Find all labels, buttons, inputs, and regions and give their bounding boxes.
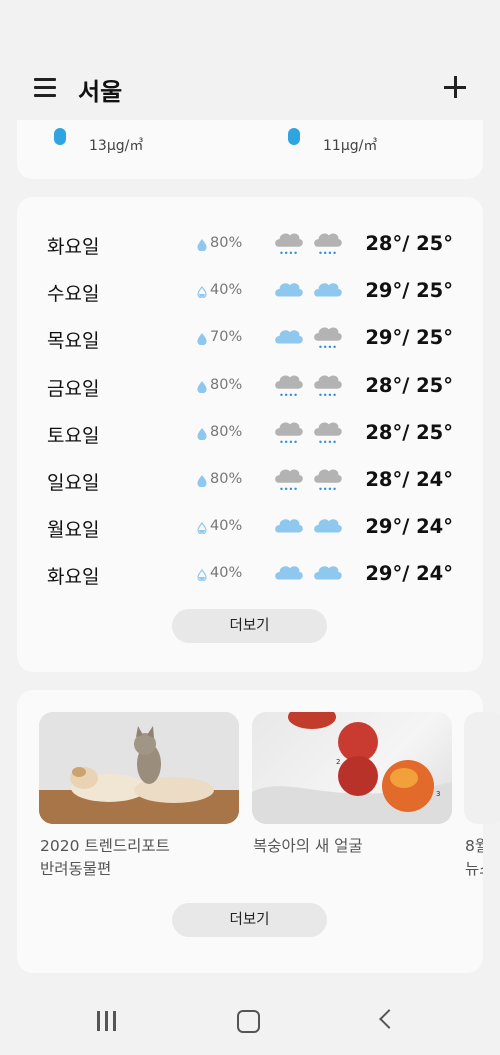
pm10-value: 13μg/㎥ xyxy=(89,138,144,154)
forecast-row[interactable]: 일요일 80% 28°/ 24° xyxy=(17,458,483,498)
precip-drop-icon xyxy=(197,566,207,585)
rain-cloud-icon xyxy=(312,228,344,256)
forecast-row[interactable]: 토요일 80% 28°/ 25° xyxy=(17,411,483,451)
dust-level-icon xyxy=(288,128,300,145)
rain-cloud-icon xyxy=(273,464,305,492)
cloud-icon xyxy=(312,275,344,303)
temp-range: 28°/ 25° xyxy=(365,420,453,444)
rain-cloud-icon xyxy=(273,370,305,398)
system-nav-bar xyxy=(0,990,500,1055)
precip-drop-icon xyxy=(197,236,207,255)
precip-drop-icon xyxy=(197,283,207,302)
forecast-more-button[interactable]: 더보기 xyxy=(172,609,327,643)
day-label: 화요일 xyxy=(47,566,100,589)
precip-percent: 40% xyxy=(210,518,243,535)
day-label: 금요일 xyxy=(47,377,100,400)
precip-percent: 80% xyxy=(210,471,243,487)
cloud-icon xyxy=(273,275,305,303)
city-title: 서울 xyxy=(78,78,123,106)
forecast-row[interactable]: 화요일 80% 28°/ 25° xyxy=(17,222,483,262)
weekly-forecast-card: 화요일 80% 28°/ 25° 수요일 40% 29°/ 25° 목요일 70% 29°/ 2… xyxy=(17,197,483,672)
precip-drop-icon xyxy=(197,425,207,444)
recent-apps-icon[interactable] xyxy=(97,1011,119,1031)
precip-percent: 40% xyxy=(210,282,243,299)
rain-cloud-icon xyxy=(312,370,344,398)
fine-dust-card: 13μg/㎥ 11μg/㎥ xyxy=(17,120,483,179)
news-title[interactable]: 2020 트렌드리포트 반려동물편 xyxy=(40,835,170,881)
day-label: 일요일 xyxy=(47,472,100,494)
forecast-row[interactable]: 금요일 80% 28°/ 25° xyxy=(17,364,483,404)
news-thumbnail-pets[interactable] xyxy=(39,712,239,824)
precip-percent: 70% xyxy=(210,329,243,346)
day-label: 수요일 xyxy=(47,283,100,306)
home-icon[interactable] xyxy=(237,1010,260,1033)
add-icon[interactable] xyxy=(444,76,466,98)
precip-percent: 80% xyxy=(210,376,243,393)
precip-percent: 40% xyxy=(210,565,243,582)
news-thumbnail-peach[interactable]: 2 3 xyxy=(252,712,452,824)
temp-range: 29°/ 25° xyxy=(365,326,453,350)
rain-cloud-icon xyxy=(273,417,305,445)
precip-percent: 80% xyxy=(210,235,243,251)
day-label: 화요일 xyxy=(47,236,100,258)
forecast-row[interactable]: 월요일 40% 29°/ 24° xyxy=(17,505,483,545)
precip-percent: 80% xyxy=(210,423,243,440)
news-card: 2 3 2020 트렌드리포트 반려동물편 복숭아의 새 얼굴 8월 뉴스 더보… xyxy=(17,690,500,973)
rain-cloud-icon xyxy=(273,228,305,256)
peach-label: 2 xyxy=(336,758,340,766)
news-thumbnail-third[interactable] xyxy=(464,712,500,824)
dust-level-icon xyxy=(54,128,66,145)
cloud-icon xyxy=(273,558,305,586)
peach-label: 3 xyxy=(436,790,440,798)
day-label: 토요일 xyxy=(47,424,100,447)
temp-range: 28°/ 25° xyxy=(365,232,453,255)
cloud-icon xyxy=(273,322,305,350)
forecast-row[interactable]: 목요일 70% 29°/ 25° xyxy=(17,316,483,356)
forecast-row[interactable]: 수요일 40% 29°/ 25° xyxy=(17,269,483,309)
rain-cloud-icon xyxy=(312,464,344,492)
forecast-row[interactable]: 화요일 40% 29°/ 24° xyxy=(17,552,483,592)
news-title[interactable]: 복숭아의 새 얼굴 xyxy=(253,835,363,858)
temp-range: 28°/ 24° xyxy=(365,468,453,491)
temp-range: 29°/ 24° xyxy=(365,515,453,539)
precip-drop-icon xyxy=(197,472,207,491)
temp-range: 28°/ 25° xyxy=(365,373,453,397)
cloud-icon xyxy=(312,558,344,586)
precip-drop-icon xyxy=(197,378,207,397)
day-label: 월요일 xyxy=(47,519,100,542)
menu-icon[interactable] xyxy=(34,78,56,98)
cloud-icon xyxy=(273,511,305,539)
news-more-button[interactable]: 더보기 xyxy=(172,903,327,937)
rain-cloud-icon xyxy=(312,417,344,445)
pm25-value: 11μg/㎥ xyxy=(323,138,378,154)
temp-range: 29°/ 25° xyxy=(365,279,453,303)
rain-cloud-icon xyxy=(312,322,344,350)
back-icon[interactable] xyxy=(379,1009,399,1029)
precip-drop-icon xyxy=(197,519,207,538)
precip-drop-icon xyxy=(197,330,207,349)
temp-range: 29°/ 24° xyxy=(365,562,453,586)
day-label: 목요일 xyxy=(47,330,100,353)
cloud-icon xyxy=(312,511,344,539)
news-title[interactable]: 8월 뉴스 xyxy=(465,835,483,881)
app-header: 서울 xyxy=(0,0,500,126)
